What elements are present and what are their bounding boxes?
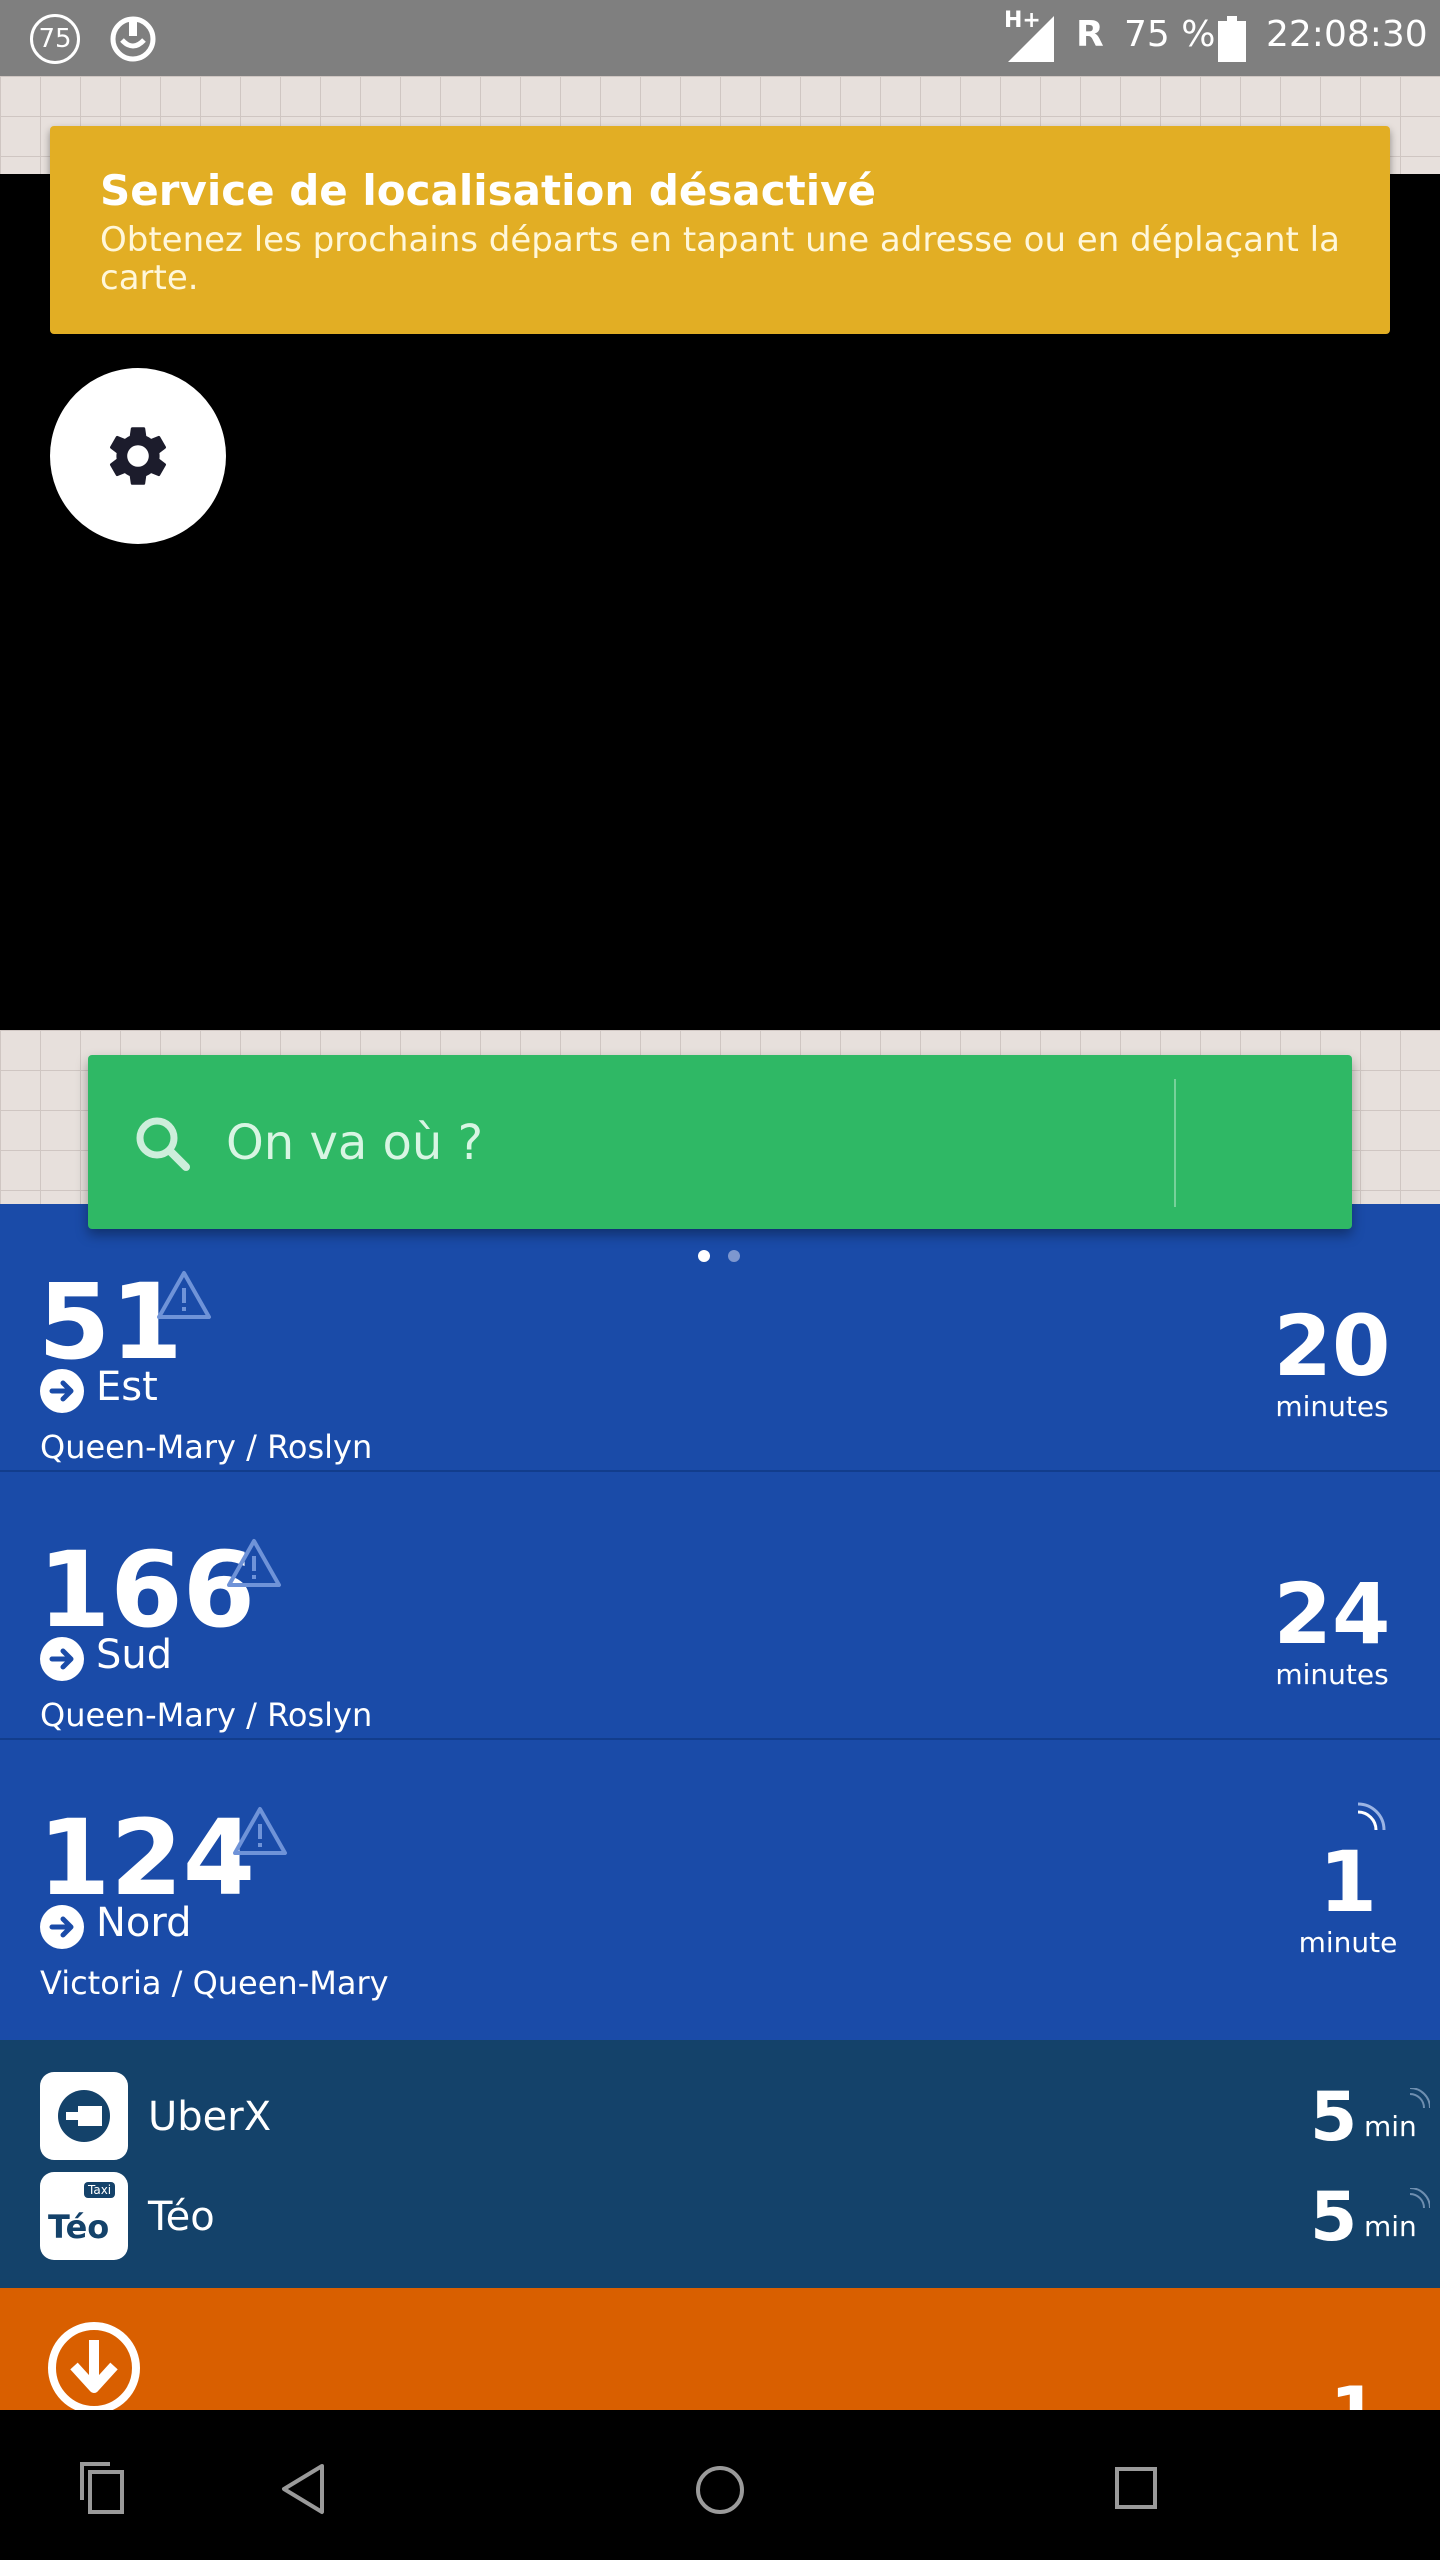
realtime-signal-icon — [1357, 1802, 1386, 1831]
ride-time: 5 — [1310, 2178, 1358, 2257]
direction-label: Nord — [96, 1900, 192, 1946]
direction-arrow-icon — [40, 1905, 84, 1949]
battery-icon — [1218, 16, 1246, 62]
metro-row[interactable]: 1 — [0, 2288, 1440, 2410]
bus-row-124[interactable]: 124 Nord Victoria / Queen-Mary 1 minute — [0, 1740, 1440, 2008]
departure-time: 24 — [1273, 1565, 1391, 1663]
uber-logo-icon — [40, 2072, 128, 2160]
ride-name: Téo — [148, 2194, 215, 2240]
gear-icon — [109, 427, 167, 485]
ride-time: 5 — [1310, 2078, 1358, 2157]
recents-icon[interactable] — [1114, 2466, 1158, 2510]
ride-name: UberX — [148, 2094, 272, 2140]
metro-logo-icon — [48, 2322, 140, 2410]
search-input[interactable] — [224, 1105, 1128, 1181]
bus-row-51[interactable]: 51 Est Queen-Mary / Roslyn 20 minutes — [0, 1204, 1440, 1472]
search-action-button[interactable] — [1176, 1055, 1352, 1229]
ride-options[interactable]: UberX 5 min Taxi Téo Téo 5 min — [0, 2040, 1440, 2288]
realtime-signal-icon — [1409, 2088, 1430, 2109]
departure-time: 1 — [1318, 1833, 1378, 1931]
location-disabled-banner[interactable]: Service de localisation désactivé Obtene… — [50, 126, 1390, 334]
navigation-bar — [0, 2410, 1440, 2560]
departure-unit: minute — [1298, 1926, 1398, 1959]
notification-badge-icon: 75 — [30, 14, 80, 64]
departure-unit: minutes — [1275, 1658, 1389, 1691]
ride-unit: min — [1364, 2110, 1417, 2143]
direction-arrow-icon — [40, 1369, 84, 1413]
direction-arrow-icon — [40, 1637, 84, 1681]
metro-time: 1 — [1330, 2372, 1379, 2410]
battery-percent: 75 % — [1124, 14, 1216, 55]
back-icon[interactable] — [278, 2462, 328, 2516]
stop-name: Victoria / Queen-Mary — [40, 1964, 389, 2002]
direction-label: Sud — [96, 1632, 173, 1678]
alert-icon[interactable] — [232, 1806, 288, 1856]
route-number: 124 — [38, 1797, 256, 1919]
departures-list[interactable]: 51 Est Queen-Mary / Roslyn 20 minutes 16… — [0, 1204, 1440, 2040]
direction-label: Est — [96, 1364, 158, 1410]
home-icon[interactable] — [694, 2464, 746, 2516]
teo-taxi-logo-icon: Taxi Téo — [40, 2172, 128, 2260]
network-type: H+ — [1004, 8, 1041, 33]
route-number: 166 — [38, 1529, 256, 1651]
departure-time: 20 — [1273, 1297, 1391, 1395]
clock: 22:08:30 — [1266, 14, 1428, 55]
search-icon — [136, 1117, 190, 1171]
app-notification-icon — [108, 14, 158, 64]
status-bar: 75 H+ R 75 % 22:08:30 — [0, 0, 1440, 76]
banner-title: Service de localisation désactivé — [100, 166, 876, 215]
alert-icon[interactable] — [156, 1270, 212, 1320]
alert-icon[interactable] — [226, 1538, 282, 1588]
departure-unit: minutes — [1275, 1390, 1389, 1423]
ride-row-teo[interactable]: Taxi Téo Téo 5 min — [0, 2164, 1440, 2288]
search-bar[interactable] — [88, 1055, 1352, 1229]
banner-subtitle: Obtenez les prochains départs en tapant … — [100, 220, 1340, 298]
stop-name: Queen-Mary / Roslyn — [40, 1428, 373, 1466]
realtime-signal-icon — [1409, 2188, 1430, 2209]
ride-unit: min — [1364, 2210, 1417, 2243]
stop-name: Queen-Mary / Roslyn — [40, 1696, 373, 1734]
ride-row-uberx[interactable]: UberX 5 min — [0, 2040, 1440, 2164]
settings-button[interactable] — [50, 368, 226, 544]
bus-row-166[interactable]: 166 Sud Queen-Mary / Roslyn 24 minutes — [0, 1472, 1440, 1740]
roaming-indicator: R — [1076, 14, 1104, 55]
recents-overview-icon[interactable] — [78, 2460, 126, 2516]
